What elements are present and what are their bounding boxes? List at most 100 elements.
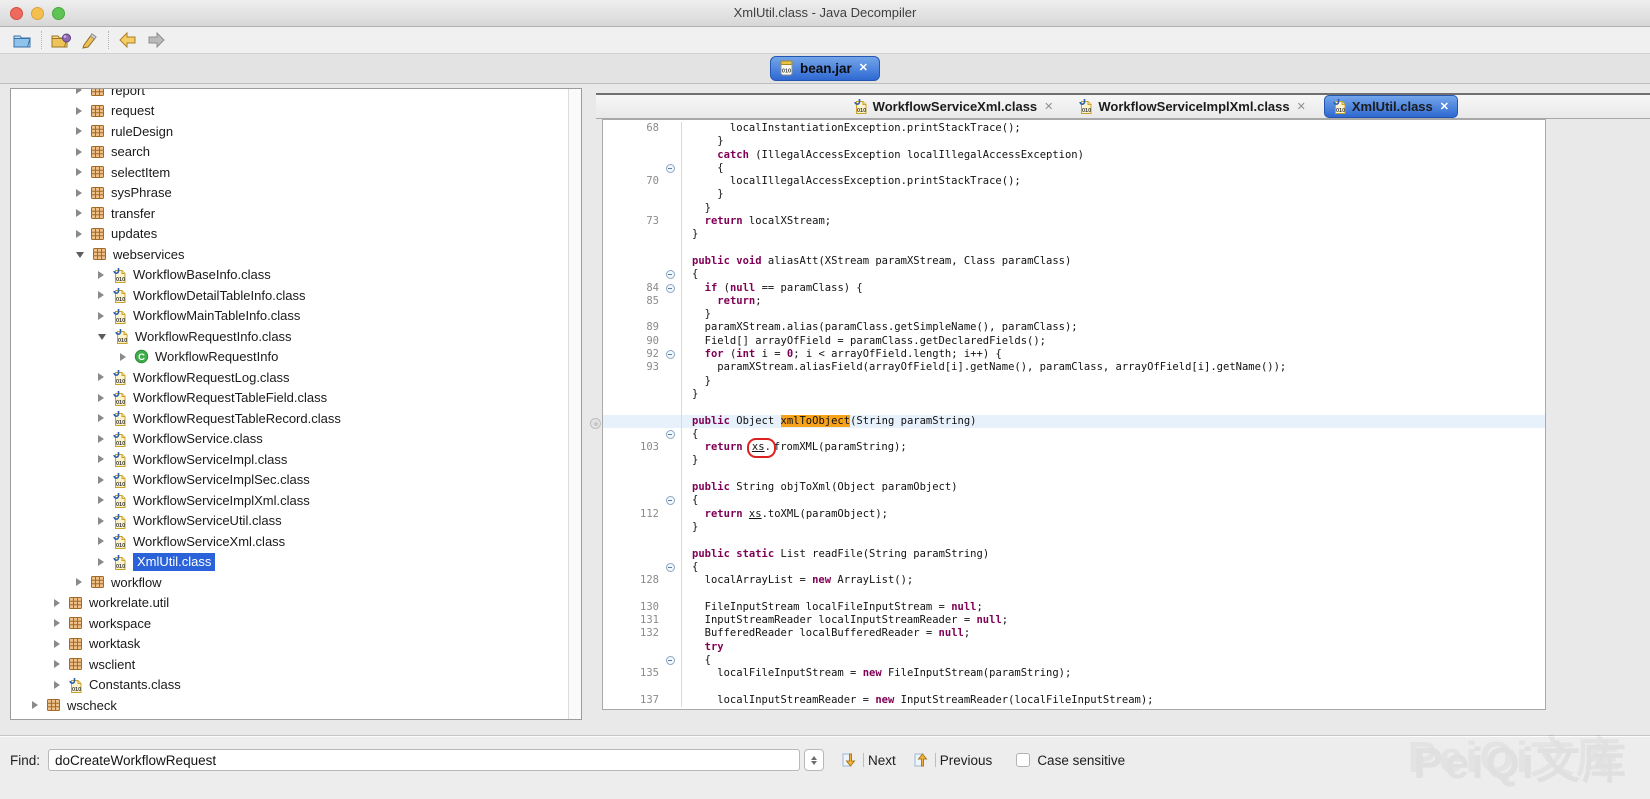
tree-item-workflowserviceutil-class[interactable]: 010WorkflowServiceUtil.class (11, 511, 581, 532)
jar-tab-bean[interactable]: 010 bean.jar ✕ (770, 56, 880, 81)
expand-arrow-icon[interactable] (98, 435, 104, 443)
expand-arrow-icon[interactable] (98, 496, 104, 504)
tree-item-selectitem[interactable]: selectItem (11, 162, 581, 183)
fold-collapse-icon[interactable] (666, 563, 675, 572)
expand-arrow-icon[interactable] (76, 107, 82, 115)
expand-arrow-icon[interactable] (54, 681, 60, 689)
tree-item-workflowrequesttablerecord-class[interactable]: 010WorkflowRequestTableRecord.class (11, 408, 581, 429)
expand-arrow-icon[interactable] (32, 701, 38, 709)
open-file-button[interactable] (8, 28, 36, 52)
tree-item-label[interactable]: updates (111, 226, 157, 241)
tree-item-label[interactable]: WorkflowBaseInfo.class (133, 267, 271, 282)
tree-item-label[interactable]: webservices (113, 247, 185, 262)
find-input[interactable] (48, 749, 800, 771)
tree-item-label[interactable]: WorkflowServiceImplSec.class (133, 472, 310, 487)
tree-item-workflowmaintableinfo-class[interactable]: 010WorkflowMainTableInfo.class (11, 306, 581, 327)
tree-item-label[interactable]: report (111, 88, 145, 98)
tree-item-label[interactable]: worktask (89, 636, 140, 651)
close-editor-tab-icon[interactable]: ✕ (1297, 100, 1306, 113)
tree-item-label[interactable]: workrelate.util (89, 595, 169, 610)
tree-item-wsclient[interactable]: wsclient (11, 654, 581, 675)
tree-item-workflowserviceimplxml-class[interactable]: 010WorkflowServiceImplXml.class (11, 490, 581, 511)
tree-vertical-scrollbar[interactable] (568, 89, 581, 719)
expand-arrow-icon[interactable] (76, 168, 82, 176)
tree-item-label[interactable]: wsclient (89, 657, 135, 672)
expand-arrow-icon[interactable] (76, 127, 82, 135)
tree-item-webservices[interactable]: webservices (11, 244, 581, 265)
expand-arrow-icon[interactable] (98, 271, 104, 279)
expand-arrow-icon[interactable] (54, 619, 60, 627)
tree-item-label[interactable]: WorkflowRequestInfo (155, 349, 278, 364)
tree-item-label[interactable]: workspace (89, 616, 151, 631)
close-editor-tab-icon[interactable]: ✕ (1044, 100, 1053, 113)
splitter-handle[interactable] (590, 418, 601, 429)
find-history-stepper[interactable] (804, 749, 824, 771)
field-link[interactable]: xs (749, 508, 762, 520)
tree-item-workflowrequestinfo-class[interactable]: 010WorkflowRequestInfo.class (11, 326, 581, 347)
expand-arrow-icon[interactable] (54, 660, 60, 668)
tree-item-constants-class[interactable]: 010Constants.class (11, 675, 581, 696)
tree-item-label[interactable]: search (111, 144, 150, 159)
back-button[interactable] (114, 28, 142, 52)
tree-item-workrelate-util[interactable]: workrelate.util (11, 593, 581, 614)
expand-arrow-icon[interactable] (76, 230, 82, 238)
tree-item-workflowrequestlog-class[interactable]: 010WorkflowRequestLog.class (11, 367, 581, 388)
tree-item-search[interactable]: search (11, 142, 581, 163)
expand-arrow-icon[interactable] (98, 394, 104, 402)
tree-item-label[interactable]: selectItem (111, 165, 170, 180)
expand-arrow-icon[interactable] (98, 476, 104, 484)
tree-item-label[interactable]: Constants.class (89, 677, 181, 692)
tree-item-sysphrase[interactable]: sysPhrase (11, 183, 581, 204)
code-editor[interactable]: 68 localInstantiationException.printStac… (602, 119, 1546, 710)
tree-item-workflowdetailtableinfo-class[interactable]: 010WorkflowDetailTableInfo.class (11, 285, 581, 306)
tree-item-xmlutil-class[interactable]: 010XmlUtil.class (11, 552, 581, 573)
fold-collapse-icon[interactable] (666, 496, 675, 505)
tree-item-request[interactable]: request (11, 101, 581, 122)
expand-arrow-icon[interactable] (76, 189, 82, 197)
tree-item-label[interactable]: sysPhrase (111, 185, 172, 200)
tree-item-workflowbaseinfo-class[interactable]: 010WorkflowBaseInfo.class (11, 265, 581, 286)
editor-tab-xmlutil-class[interactable]: 010XmlUtil.class✕ (1324, 95, 1458, 118)
case-sensitive-checkbox[interactable] (1016, 753, 1030, 767)
tree-item-wscheck[interactable]: wscheck (11, 695, 581, 716)
expand-arrow-icon[interactable] (120, 353, 126, 361)
expand-arrow-icon[interactable] (76, 88, 82, 94)
tree-item-label[interactable]: ruleDesign (111, 124, 173, 139)
tree-item-workspace[interactable]: workspace (11, 613, 581, 634)
fold-collapse-icon[interactable] (666, 430, 675, 439)
tree-item-workflowrequesttablefield-class[interactable]: 010WorkflowRequestTableField.class (11, 388, 581, 409)
expand-arrow-icon[interactable] (54, 599, 60, 607)
tree-item-ruledesign[interactable]: ruleDesign (11, 121, 581, 142)
expand-arrow-icon[interactable] (98, 291, 104, 299)
tree-item-label[interactable]: workflow (111, 575, 162, 590)
tree-item-label[interactable]: WorkflowRequestLog.class (133, 370, 290, 385)
tree-item-label[interactable]: WorkflowRequestTableRecord.class (133, 411, 341, 426)
tree-item-label[interactable]: request (111, 103, 154, 118)
tree-item-label[interactable]: WorkflowMainTableInfo.class (133, 308, 300, 323)
expand-arrow-icon[interactable] (98, 537, 104, 545)
tree-item-label[interactable]: WorkflowRequestInfo.class (135, 329, 292, 344)
expand-arrow-icon[interactable] (76, 148, 82, 156)
tree-item-label[interactable]: WorkflowService.class (133, 431, 263, 446)
tree-item-updates[interactable]: updates (11, 224, 581, 245)
field-link[interactable]: xs (752, 441, 765, 453)
tree-item-label[interactable]: WorkflowRequestTableField.class (133, 390, 327, 405)
close-editor-tab-icon[interactable]: ✕ (1440, 100, 1449, 113)
tree-item-workflowrequestinfo[interactable]: CWorkflowRequestInfo (11, 347, 581, 368)
tree-item-label[interactable]: WorkflowServiceImpl.class (133, 452, 287, 467)
expand-arrow-icon[interactable] (76, 578, 82, 586)
expand-arrow-icon[interactable] (98, 517, 104, 525)
expand-arrow-icon[interactable] (98, 373, 104, 381)
fold-collapse-icon[interactable] (666, 164, 675, 173)
tree-item-label[interactable]: WorkflowServiceImplXml.class (133, 493, 310, 508)
tree-item-worktask[interactable]: worktask (11, 634, 581, 655)
tree-item-label[interactable]: WorkflowServiceUtil.class (133, 513, 282, 528)
collapse-arrow-icon[interactable] (76, 252, 84, 258)
tree-item-label[interactable]: WorkflowServiceXml.class (133, 534, 285, 549)
editor-tab-workflowservicexml-class[interactable]: 010WorkflowServiceXml.class✕ (846, 96, 1062, 117)
tree-item-report[interactable]: report (11, 88, 581, 101)
expand-arrow-icon[interactable] (98, 312, 104, 320)
fold-collapse-icon[interactable] (666, 350, 675, 359)
expand-arrow-icon[interactable] (54, 640, 60, 648)
collapse-arrow-icon[interactable] (98, 334, 106, 340)
